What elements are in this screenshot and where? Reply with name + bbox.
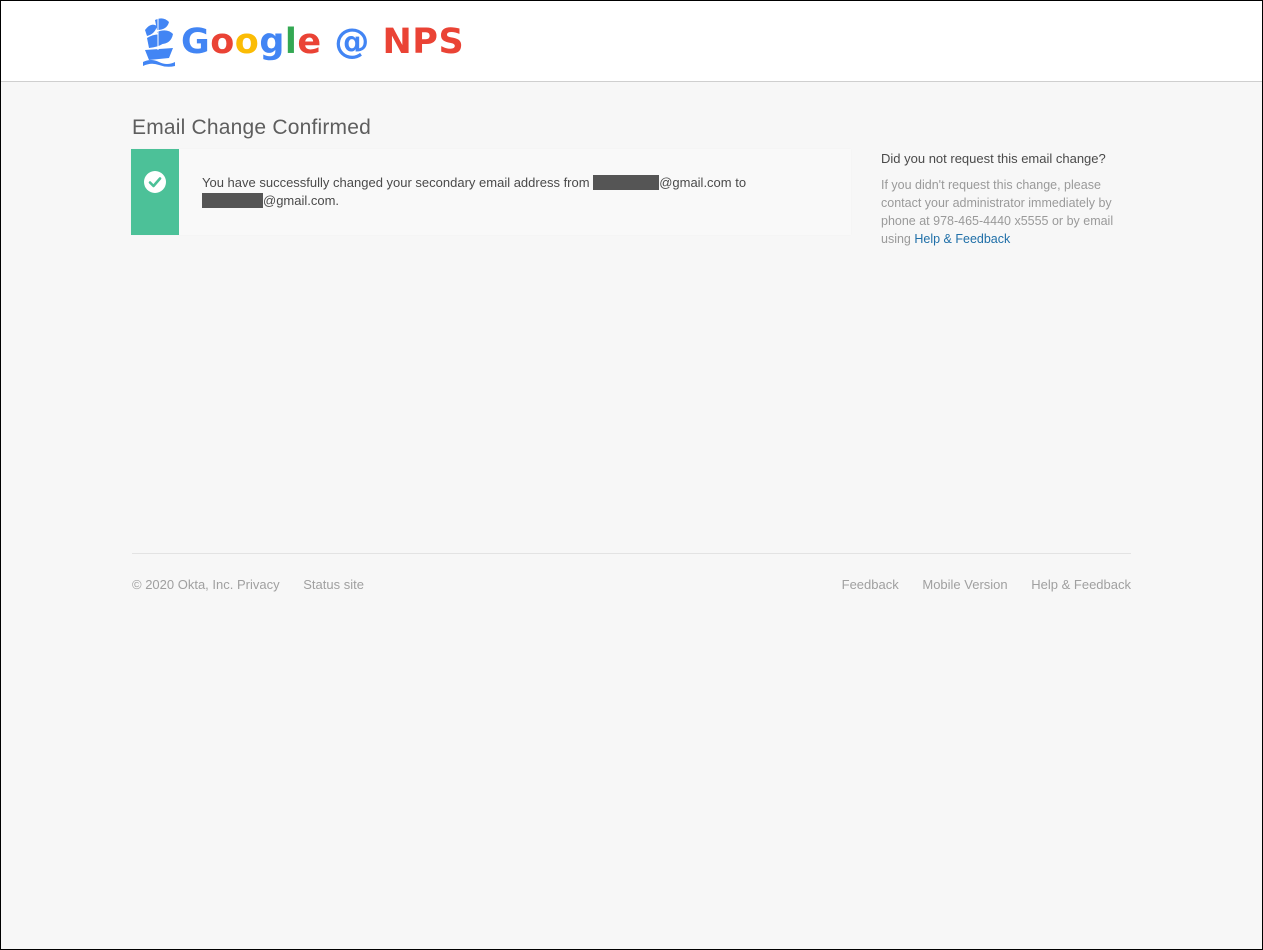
status-bar	[131, 149, 179, 235]
message-text: You have successfully changed your secon…	[202, 175, 594, 190]
logo-letter: e	[297, 21, 322, 62]
footer-right: Feedback Mobile Version Help & Feedback	[822, 577, 1131, 592]
page-title: Email Change Confirmed	[132, 116, 372, 139]
notice-message: You have successfully changed your secon…	[179, 149, 762, 235]
redacted-email	[202, 193, 263, 208]
footer-left: © 2020 Okta, Inc. Privacy Status site	[132, 577, 364, 592]
ship-icon	[143, 18, 175, 67]
logo-letter: G	[181, 21, 211, 62]
logo[interactable]: Google @ NPS	[141, 15, 464, 69]
footer-help-feedback-link[interactable]: Help & Feedback	[1031, 577, 1131, 592]
logo-at: @	[321, 21, 383, 62]
logo-letter: g	[259, 21, 285, 62]
sidebar-title: Did you not request this email change?	[881, 151, 1106, 166]
feedback-link[interactable]: Feedback	[842, 577, 899, 592]
logo-nps: NPS	[382, 21, 465, 62]
status-site-link[interactable]: Status site	[303, 577, 364, 592]
header: Google @ NPS	[1, 1, 1262, 82]
footer: © 2020 Okta, Inc. Privacy Status site Fe…	[132, 553, 1131, 592]
sidebar-body: If you didn't request this change, pleas…	[881, 176, 1141, 248]
message-from-domain: @gmail.com to	[659, 175, 747, 190]
copyright: © 2020 Okta, Inc.	[132, 577, 234, 592]
success-notice: You have successfully changed your secon…	[131, 149, 851, 235]
redacted-email	[593, 175, 660, 190]
privacy-link[interactable]: Privacy	[237, 577, 280, 592]
check-circle-icon	[144, 171, 166, 193]
message-to-domain: @gmail.com.	[263, 193, 340, 208]
logo-letter: o	[210, 21, 235, 62]
help-sidebar: Did you not request this email change? I…	[881, 151, 1141, 248]
page-frame: Google @ NPS Email Change Confirmed You …	[0, 0, 1263, 950]
logo-text: Google @ NPS	[181, 21, 465, 62]
logo-letter: o	[234, 21, 260, 62]
help-feedback-link[interactable]: Help & Feedback	[914, 232, 1010, 246]
mobile-version-link[interactable]: Mobile Version	[922, 577, 1007, 592]
logo-letter: l	[284, 21, 298, 62]
